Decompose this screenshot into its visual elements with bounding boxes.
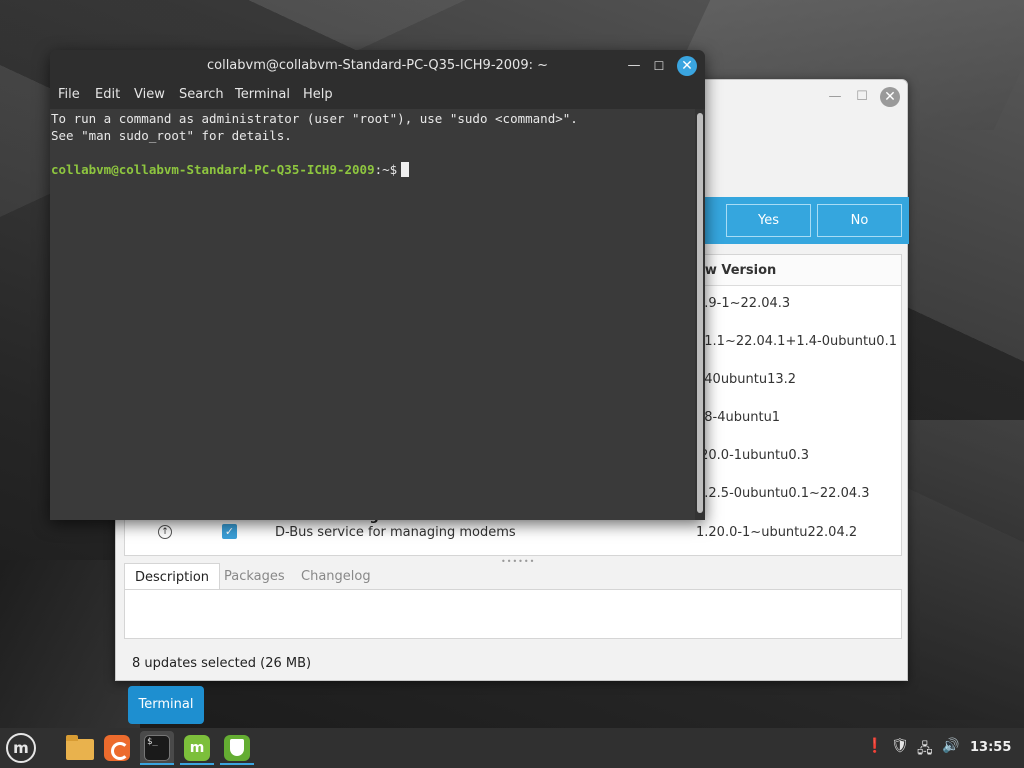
no-button[interactable]: No xyxy=(817,204,902,237)
scrollbar-thumb[interactable] xyxy=(697,113,703,513)
prompt-suffix: :~$ xyxy=(374,162,398,177)
minimize-icon[interactable]: — xyxy=(625,57,643,75)
active-indicator xyxy=(180,763,214,765)
update-manager-taskbar-button[interactable]: m xyxy=(180,731,214,765)
text-cursor xyxy=(401,162,410,177)
version-cell: 2.2.5-0ubuntu0.1~22.04.3 xyxy=(696,486,870,501)
version-cell: 7.9-1~22.04.3 xyxy=(696,296,791,311)
tab-packages[interactable]: Packages xyxy=(214,563,295,590)
menu-view[interactable]: View xyxy=(134,87,165,102)
maximize-icon[interactable]: ☐ xyxy=(650,57,668,75)
tab-description[interactable]: Description xyxy=(124,563,221,590)
prompt-user: collabvm@collabvm-Standard-PC-Q35-ICH9-2… xyxy=(51,162,375,177)
details-tabs: Description Packages Changelog xyxy=(124,563,902,590)
maximize-icon[interactable]: ☐ xyxy=(853,88,871,106)
menu-help[interactable]: Help xyxy=(303,87,333,102)
terminal-titlebar[interactable]: collabvm@collabvm-Standard-PC-Q35-ICH9-2… xyxy=(50,50,705,82)
menu-file[interactable]: File xyxy=(58,87,80,102)
menu-edit[interactable]: Edit xyxy=(95,87,120,102)
taskbar: m $_ m ❗ 🛡 🖧 🔊 13:55 xyxy=(0,728,1024,768)
select-checkbox[interactable]: ✓ xyxy=(222,524,237,539)
yes-button[interactable]: Yes xyxy=(726,204,811,237)
terminal-taskbar-button[interactable]: $_ xyxy=(140,731,174,765)
shield-launcher[interactable] xyxy=(220,731,254,765)
network-icon[interactable]: 🖧 xyxy=(917,738,933,762)
upgrade-arrow-icon: ↑ xyxy=(158,525,172,539)
version-cell: 140ubuntu13.2 xyxy=(696,372,797,387)
table-row[interactable]: ↑ ✓ modemmanager D-Bus service for manag… xyxy=(125,509,901,555)
files-launcher[interactable] xyxy=(60,731,94,765)
menu-terminal[interactable]: Terminal xyxy=(235,87,290,102)
status-text: 8 updates selected (26 MB) xyxy=(132,656,312,671)
minimize-icon[interactable]: — xyxy=(826,88,844,106)
version-cell: .20.0-1ubuntu0.3 xyxy=(696,448,810,463)
package-description: D-Bus service for managing modems xyxy=(275,525,516,540)
terminal-scrollbar[interactable] xyxy=(695,109,705,520)
terminal-line: See "man sudo_root" for details. xyxy=(51,128,292,143)
notification-icon[interactable]: ❗ xyxy=(866,738,883,754)
version-cell: 1.20.0-1~ubuntu22.04.2 xyxy=(696,525,858,540)
terminal-icon: $_ xyxy=(144,735,170,761)
terminal-line: To run a command as administrator (user … xyxy=(51,111,578,126)
version-cell: 38-4ubuntu1 xyxy=(696,410,781,425)
active-indicator xyxy=(220,763,254,765)
update-shield-icon[interactable]: 🛡 xyxy=(891,738,909,754)
mint-menu-icon[interactable]: m xyxy=(6,733,36,763)
firefox-icon xyxy=(104,735,130,761)
shield-icon xyxy=(224,735,250,761)
terminal-window[interactable]: collabvm@collabvm-Standard-PC-Q35-ICH9-2… xyxy=(50,50,705,520)
folder-icon xyxy=(66,735,94,760)
window-title: collabvm@collabvm-Standard-PC-Q35-ICH9-2… xyxy=(206,58,548,73)
clock[interactable]: 13:55 xyxy=(970,740,1011,755)
menu-search[interactable]: Search xyxy=(179,87,224,102)
column-header-new-version[interactable]: ew Version xyxy=(696,263,776,278)
terminal-menubar: File Edit View Search Terminal Help xyxy=(50,82,705,109)
taskbar-tooltip: Terminal xyxy=(128,686,204,724)
active-indicator xyxy=(140,763,174,765)
description-panel xyxy=(124,589,902,639)
terminal-prompt: collabvm@collabvm-Standard-PC-Q35-ICH9-2… xyxy=(51,162,410,177)
terminal-output[interactable]: To run a command as administrator (user … xyxy=(50,109,695,520)
close-icon[interactable]: ✕ xyxy=(880,87,900,107)
version-cell: 51.1~22.04.1+1.4-0ubuntu0.1 xyxy=(696,334,897,349)
update-manager-icon: m xyxy=(184,735,210,761)
volume-icon[interactable]: 🔊 xyxy=(942,738,959,754)
tab-changelog[interactable]: Changelog xyxy=(291,563,381,590)
wallpaper-shape xyxy=(900,420,1024,720)
firefox-launcher[interactable] xyxy=(100,731,134,765)
close-icon[interactable]: ✕ xyxy=(677,56,697,76)
